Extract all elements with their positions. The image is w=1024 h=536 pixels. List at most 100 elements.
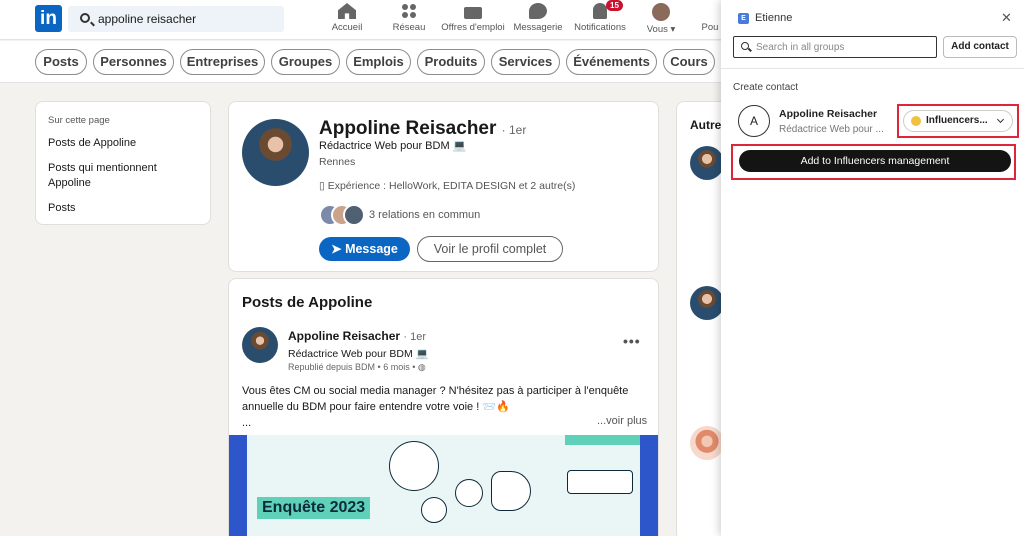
- filter-groups[interactable]: Groupes: [271, 49, 340, 75]
- post-text: Vous êtes CM ou social media manager ? N…: [242, 383, 652, 431]
- post-image[interactable]: Enquête 2023: [229, 435, 658, 536]
- nav-network[interactable]: Réseau: [389, 3, 429, 39]
- experience-text: Expérience : HelloWork, EDITA DESIGN et …: [327, 180, 576, 192]
- send-icon: ➤: [331, 242, 346, 256]
- home-icon: [338, 3, 356, 19]
- image-label: Enquête 2023: [257, 497, 371, 519]
- more-options-icon[interactable]: •••: [623, 333, 641, 349]
- person-illustration: [389, 441, 439, 491]
- profile-headline: Rédactrice Web pour BDM 💻: [319, 140, 467, 152]
- nav-notifications[interactable]: 15 Notifications: [572, 0, 628, 39]
- globe-icon: ◍: [417, 362, 426, 372]
- group-select-dropdown[interactable]: Influencers...: [903, 110, 1013, 132]
- filter-people[interactable]: Personnes: [93, 49, 174, 75]
- briefcase-icon: [464, 7, 482, 19]
- crm-extension-panel: E Etienne ✕ Search in all groups Add con…: [721, 0, 1024, 536]
- avatar[interactable]: [690, 286, 724, 320]
- author-avatar[interactable]: [242, 327, 278, 363]
- nav-home[interactable]: Accueil: [327, 3, 367, 39]
- nav-label: Pou: [701, 22, 719, 33]
- post-author-headline: Rédactrice Web pour BDM 💻: [288, 348, 429, 360]
- filter-services[interactable]: Services: [491, 49, 560, 75]
- extension-user: Etienne: [755, 12, 793, 24]
- create-contact-heading: Create contact: [733, 82, 799, 93]
- extension-logo: E: [738, 13, 749, 24]
- nav-label: Messagerie: [513, 22, 563, 33]
- mutual-avatars: [319, 204, 367, 226]
- avatar[interactable]: [690, 146, 724, 180]
- message-button[interactable]: ➤ Message: [319, 237, 410, 261]
- nav-label: Accueil: [331, 22, 363, 33]
- connection-degree: · 1er: [403, 331, 426, 343]
- notification-badge: 15: [606, 0, 623, 11]
- filter-products[interactable]: Produits: [417, 49, 485, 75]
- post-ellipsis: ...: [242, 417, 252, 429]
- profile-photo[interactable]: [242, 119, 309, 186]
- group-select-value: Influencers...: [926, 115, 988, 126]
- add-to-group-button[interactable]: Add to Influencers management: [739, 150, 1011, 172]
- filter-companies[interactable]: Entreprises: [180, 49, 265, 75]
- nav-business[interactable]: Pou: [700, 3, 720, 39]
- link-posts-of[interactable]: Posts de Appoline: [48, 136, 198, 151]
- image-decor: [565, 435, 640, 445]
- divider: [721, 68, 1024, 69]
- message-icon: [529, 3, 547, 19]
- on-this-page-card: Sur cette page Posts de Appoline Posts q…: [35, 101, 211, 225]
- profile-experience: ▯ Expérience : HelloWork, EDITA DESIGN e…: [319, 180, 575, 192]
- post-author[interactable]: Appoline Reisacher: [288, 329, 400, 343]
- nav-label: Réseau: [392, 22, 426, 33]
- profile-name-row[interactable]: Appoline Reisacher · 1er: [319, 118, 526, 140]
- close-icon[interactable]: ✕: [1001, 10, 1012, 26]
- posts-card: Posts de Appoline Appoline Reisacher · 1…: [228, 278, 659, 536]
- search-icon: [80, 13, 90, 23]
- filter-posts[interactable]: Posts: [35, 49, 87, 75]
- nav-label: Notifications: [574, 22, 626, 33]
- image-decor: [640, 435, 658, 536]
- profile-location: Rennes: [319, 156, 356, 168]
- profile-name[interactable]: Appoline Reisacher: [319, 118, 496, 139]
- avatar: [343, 204, 365, 226]
- network-icon: [400, 3, 418, 19]
- link-posts[interactable]: Posts: [48, 201, 198, 216]
- person-illustration: [455, 479, 483, 507]
- nav-jobs[interactable]: Offres d'emploi: [440, 3, 506, 39]
- grid-icon: [701, 3, 719, 19]
- filter-courses[interactable]: Cours: [663, 49, 715, 75]
- star-icon: [911, 116, 921, 126]
- avatar[interactable]: [690, 426, 724, 460]
- nav-label: Offres d'emploi: [441, 22, 505, 33]
- avatar: [652, 3, 670, 21]
- filter-jobs[interactable]: Emplois: [346, 49, 411, 75]
- post-body: Vous êtes CM ou social media manager ? N…: [242, 385, 629, 413]
- nav-me[interactable]: Vous ▾: [642, 3, 680, 39]
- megaphone-illustration: [491, 471, 531, 511]
- contact-name: Appoline Reisacher: [779, 108, 878, 120]
- post-author-row[interactable]: Appoline Reisacher · 1er: [288, 329, 426, 343]
- nav-label: Vous ▾: [646, 24, 676, 35]
- post-meta: Republié depuis BDM • 6 mois • ◍: [288, 362, 426, 373]
- contact-initial-avatar: A: [738, 105, 770, 137]
- see-more-link[interactable]: ...voir plus: [597, 415, 647, 427]
- link-posts-mentioning[interactable]: Posts qui mentionnent Appoline: [48, 161, 198, 191]
- message-label: Message: [345, 242, 398, 256]
- filter-events[interactable]: Événements: [566, 49, 657, 75]
- mutual-connections[interactable]: 3 relations en commun: [369, 209, 480, 221]
- add-contact-button[interactable]: Add contact: [943, 36, 1017, 58]
- chevron-down-icon: [996, 115, 1005, 124]
- search-input[interactable]: appoline reisacher: [68, 6, 284, 32]
- connection-degree: · 1er: [501, 123, 527, 137]
- image-decor: [229, 435, 247, 536]
- right-column-title: Autre: [690, 118, 722, 132]
- search-value: appoline reisacher: [98, 12, 197, 26]
- linkedin-logo[interactable]: in: [35, 5, 62, 32]
- post-meta-text: Republié depuis BDM • 6 mois •: [288, 362, 416, 372]
- search-icon: [741, 42, 749, 50]
- card-title: Sur cette page: [48, 115, 110, 126]
- view-full-profile-button[interactable]: Voir le profil complet: [417, 236, 563, 262]
- profile-card: Appoline Reisacher · 1er Rédactrice Web …: [228, 101, 659, 272]
- group-search-input[interactable]: Search in all groups: [733, 36, 937, 58]
- search-placeholder: Search in all groups: [756, 42, 845, 53]
- nav-messaging[interactable]: Messagerie: [512, 3, 564, 39]
- person-illustration: [421, 497, 447, 523]
- bell-icon: 15: [593, 0, 623, 19]
